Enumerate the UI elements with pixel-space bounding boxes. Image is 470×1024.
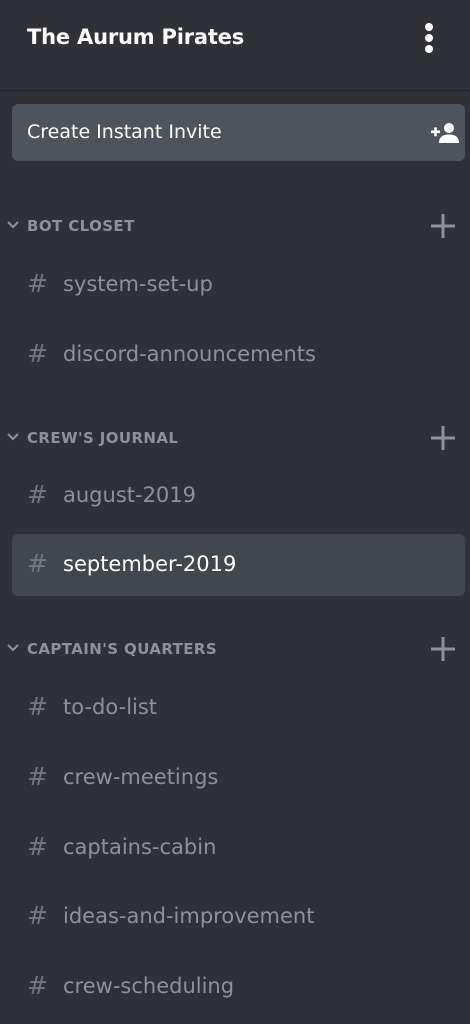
channel-crew-scheduling[interactable]: # crew-scheduling — [12, 956, 465, 1018]
channel-label: september-2019 — [63, 552, 237, 576]
hash-icon: # — [27, 901, 48, 930]
channel-discord-announcements[interactable]: # discord-announcements — [12, 324, 465, 386]
channel-label: captains-cabin — [63, 835, 217, 859]
channel-system-set-up[interactable]: # system-set-up — [12, 254, 465, 316]
channel-august-2019[interactable]: # august-2019 — [12, 465, 465, 527]
channel-captains-cabin[interactable]: # captains-cabin — [12, 817, 465, 879]
category-captains-quarters[interactable]: CAPTAIN'S QUARTERS — [0, 632, 470, 668]
hash-icon: # — [27, 971, 48, 1000]
channel-crew-meetings[interactable]: # crew-meetings — [12, 747, 465, 809]
category-label: CAPTAIN'S QUARTERS — [27, 640, 218, 658]
add-channel-icon[interactable] — [430, 636, 456, 662]
channel-label: ideas-and-improvement — [63, 904, 315, 928]
create-invite-button[interactable]: Create Instant Invite — [12, 104, 465, 161]
hash-icon: # — [27, 480, 48, 509]
category-bot-closet[interactable]: BOT CLOSET — [0, 209, 470, 245]
category-label: BOT CLOSET — [27, 217, 135, 235]
hash-icon: # — [27, 762, 48, 791]
channel-label: discord-announcements — [63, 342, 316, 366]
category-crews-journal[interactable]: CREW'S JOURNAL — [0, 421, 470, 457]
server-name[interactable]: The Aurum Pirates — [27, 25, 244, 49]
hash-icon: # — [27, 832, 48, 861]
chevron-down-icon — [7, 644, 19, 652]
chevron-down-icon — [7, 433, 19, 441]
add-channel-icon[interactable] — [430, 425, 456, 451]
hash-icon: # — [27, 339, 48, 368]
kebab-menu-icon[interactable] — [418, 22, 440, 54]
server-header: The Aurum Pirates — [0, 0, 470, 90]
add-user-icon — [431, 123, 459, 143]
chevron-down-icon — [7, 221, 19, 229]
create-invite-label: Create Instant Invite — [27, 121, 222, 143]
channel-label: to-do-list — [63, 695, 158, 719]
channel-label: system-set-up — [63, 272, 213, 296]
add-channel-icon[interactable] — [430, 213, 456, 239]
channel-to-do-list[interactable]: # to-do-list — [12, 677, 465, 739]
channel-label: crew-scheduling — [63, 974, 235, 998]
category-label: CREW'S JOURNAL — [27, 429, 179, 447]
channel-label: crew-meetings — [63, 765, 219, 789]
channel-september-2019[interactable]: # september-2019 — [12, 534, 465, 596]
hash-icon: # — [27, 549, 48, 578]
hash-icon: # — [27, 269, 48, 298]
channel-ideas-and-improvement[interactable]: # ideas-and-improvement — [12, 886, 465, 948]
channel-label: august-2019 — [63, 483, 197, 507]
hash-icon: # — [27, 692, 48, 721]
